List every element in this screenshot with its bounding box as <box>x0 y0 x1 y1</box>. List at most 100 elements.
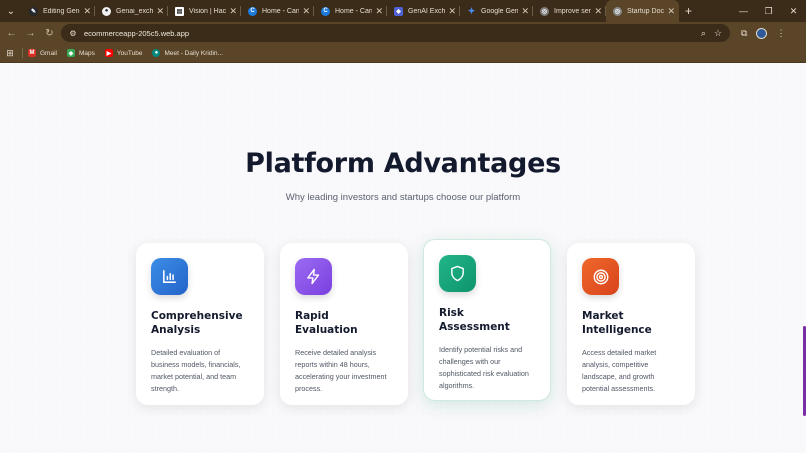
bookmark-label: Meet - Daily Kridin... <box>164 49 223 57</box>
maps-icon: ◆ <box>66 49 75 57</box>
close-icon[interactable]: ✕ <box>667 6 675 17</box>
shield-icon <box>439 255 476 292</box>
tab-title: Home - Canv <box>335 7 373 15</box>
bookmark-label: Maps <box>78 49 95 57</box>
bookmark-star-icon[interactable]: ☆ <box>714 28 722 39</box>
canva-icon: C <box>248 6 257 16</box>
canva-icon: C <box>321 6 330 16</box>
feature-card-comprehensive-analysis[interactable]: Comprehensive Analysis Detailed evaluati… <box>136 243 264 405</box>
browser-tab-active[interactable]: ◎ Startup Docs ✕ <box>606 0 679 22</box>
card-title: Comprehensive Analysis <box>151 309 249 337</box>
card-description: Identify potential risks and challenges … <box>439 345 529 390</box>
tab-title: Genai_exchan <box>116 7 154 15</box>
browser-tab[interactable]: ◎ Improve sent ✕ <box>533 0 606 22</box>
bookmarks-bar: ⊞ M Gmail ◆ Maps ▶ YouTube ● Meet - Dail… <box>0 44 806 63</box>
close-icon[interactable]: ✕ <box>594 6 602 17</box>
gemini-icon: ✦ <box>467 5 476 16</box>
browser-toolbar: ← → ↻ ⚙ ecommerceapp-205c5.web.app ⌕ ☆ ⧉… <box>0 22 806 44</box>
site-settings-icon[interactable]: ⚙ <box>68 28 78 38</box>
omnibox-actions: ⌕ ☆ <box>701 24 722 42</box>
card-title: Rapid Evaluation <box>295 309 393 337</box>
new-tab-button[interactable]: + <box>685 0 692 22</box>
card-title-line: Evaluation <box>295 324 358 336</box>
browser-tab[interactable]: ✦ Google Gemi ✕ <box>460 0 533 22</box>
browser-tab[interactable]: ▤ Vision | Hack ✕ <box>168 0 241 22</box>
lightning-icon <box>295 258 332 295</box>
address-bar[interactable]: ⚙ ecommerceapp-205c5.web.app ⌕ ☆ <box>61 24 730 42</box>
close-icon[interactable]: ✕ <box>302 6 310 17</box>
feature-card-risk-assessment[interactable]: Risk Assessment Identify potential risks… <box>423 239 551 401</box>
tab-strip: ✎ Editing Genai ✕ ● Genai_exchan ✕ ▤ Vis… <box>22 0 679 22</box>
card-title-line: Analysis <box>151 324 201 336</box>
youtube-icon: ▶ <box>104 49 113 57</box>
browser-tab[interactable]: ✎ Editing Genai ✕ <box>22 0 95 22</box>
minimize-icon[interactable]: — <box>731 0 756 22</box>
restore-icon[interactable]: ❐ <box>756 0 781 22</box>
globe-icon: ◎ <box>540 6 549 16</box>
bookmarks-divider <box>22 48 23 58</box>
forward-arrow-icon[interactable]: → <box>21 22 40 44</box>
bookmark-maps[interactable]: ◆ Maps <box>66 49 95 57</box>
shield-icon: ◆ <box>394 6 403 16</box>
card-title: Risk Assessment <box>439 306 535 334</box>
bookmark-youtube[interactable]: ▶ YouTube <box>104 49 143 57</box>
window-controls: — ❐ ✕ <box>731 0 806 22</box>
browser-tab[interactable]: ● Genai_exchan ✕ <box>95 0 168 22</box>
tab-title: Google Gemi <box>481 7 519 15</box>
section-title: Platform Advantages <box>245 148 561 179</box>
pencil-icon: ✎ <box>29 6 38 16</box>
reload-icon[interactable]: ↻ <box>40 22 59 44</box>
tab-title: Home - Canv <box>262 7 300 15</box>
menu-kebab-icon[interactable]: ⋮ <box>776 28 785 39</box>
bookmark-meet[interactable]: ● Meet - Daily Kridin... <box>152 49 223 57</box>
close-icon[interactable]: ✕ <box>229 6 237 17</box>
browser-tab[interactable]: C Home - Canv ✕ <box>241 0 314 22</box>
close-window-icon[interactable]: ✕ <box>781 0 806 22</box>
gmail-icon: M <box>28 49 36 57</box>
close-icon[interactable]: ✕ <box>521 6 529 17</box>
close-icon[interactable]: ✕ <box>83 6 91 17</box>
apps-grid-icon[interactable]: ⊞ <box>0 48 20 59</box>
zoom-search-icon[interactable]: ⌕ <box>701 28 706 39</box>
bookmark-gmail[interactable]: M Gmail <box>28 49 57 57</box>
card-title-line: Risk <box>439 307 464 319</box>
card-title-line: Rapid <box>295 310 329 322</box>
tab-title: Vision | Hack <box>189 7 227 15</box>
back-arrow-icon[interactable]: ← <box>2 22 21 44</box>
card-title-line: Assessment <box>439 321 510 333</box>
feature-card-market-intelligence[interactable]: Market Intelligence Access detailed mark… <box>567 243 695 405</box>
browser-tab-bar: ⌄ ✎ Editing Genai ✕ ● Genai_exchan ✕ ▤ V… <box>0 0 806 22</box>
bookmark-label: Gmail <box>40 49 57 57</box>
browser-tab[interactable]: ◆ GenAI Exchan ✕ <box>387 0 460 22</box>
tab-title: Startup Docs <box>627 7 665 15</box>
close-icon[interactable]: ✕ <box>156 6 164 17</box>
card-description: Detailed evaluation of business models, … <box>151 348 241 393</box>
meet-icon: ● <box>152 49 161 57</box>
bookmark-label: YouTube <box>116 49 143 57</box>
page-scrollbar[interactable] <box>802 63 806 453</box>
github-icon: ● <box>102 6 111 16</box>
feature-card-rapid-evaluation[interactable]: Rapid Evaluation Receive detailed analys… <box>280 243 408 405</box>
profile-avatar[interactable] <box>756 27 768 39</box>
target-icon <box>582 258 619 295</box>
page-content: Platform Advantages Why leading investor… <box>0 63 806 453</box>
browser-tab[interactable]: C Home - Canv ✕ <box>314 0 387 22</box>
close-icon[interactable]: ✕ <box>375 6 383 17</box>
card-title-line: Market <box>582 310 624 322</box>
tab-title: Editing Genai <box>43 7 80 15</box>
close-icon[interactable]: ✕ <box>448 6 456 17</box>
tab-title: Improve sent <box>554 7 592 15</box>
bar-chart-icon <box>151 258 188 295</box>
card-description: Access detailed market analysis, competi… <box>582 348 657 393</box>
extensions-icon[interactable]: ⧉ <box>741 28 747 39</box>
tab-title: GenAI Exchan <box>408 7 446 15</box>
card-title-line: Comprehensive <box>151 310 243 322</box>
section-subtitle: Why leading investors and startups choos… <box>285 192 521 203</box>
tab-search-button[interactable]: ⌄ <box>0 0 22 22</box>
url-text: ecommerceapp-205c5.web.app <box>84 28 190 38</box>
document-icon: ▤ <box>175 6 184 16</box>
card-title-line: Intelligence <box>582 324 652 336</box>
toolbar-actions: ⧉ ⋮ <box>741 22 785 44</box>
card-title: Market Intelligence <box>582 309 680 337</box>
card-description: Receive detailed analysis reports within… <box>295 348 387 393</box>
